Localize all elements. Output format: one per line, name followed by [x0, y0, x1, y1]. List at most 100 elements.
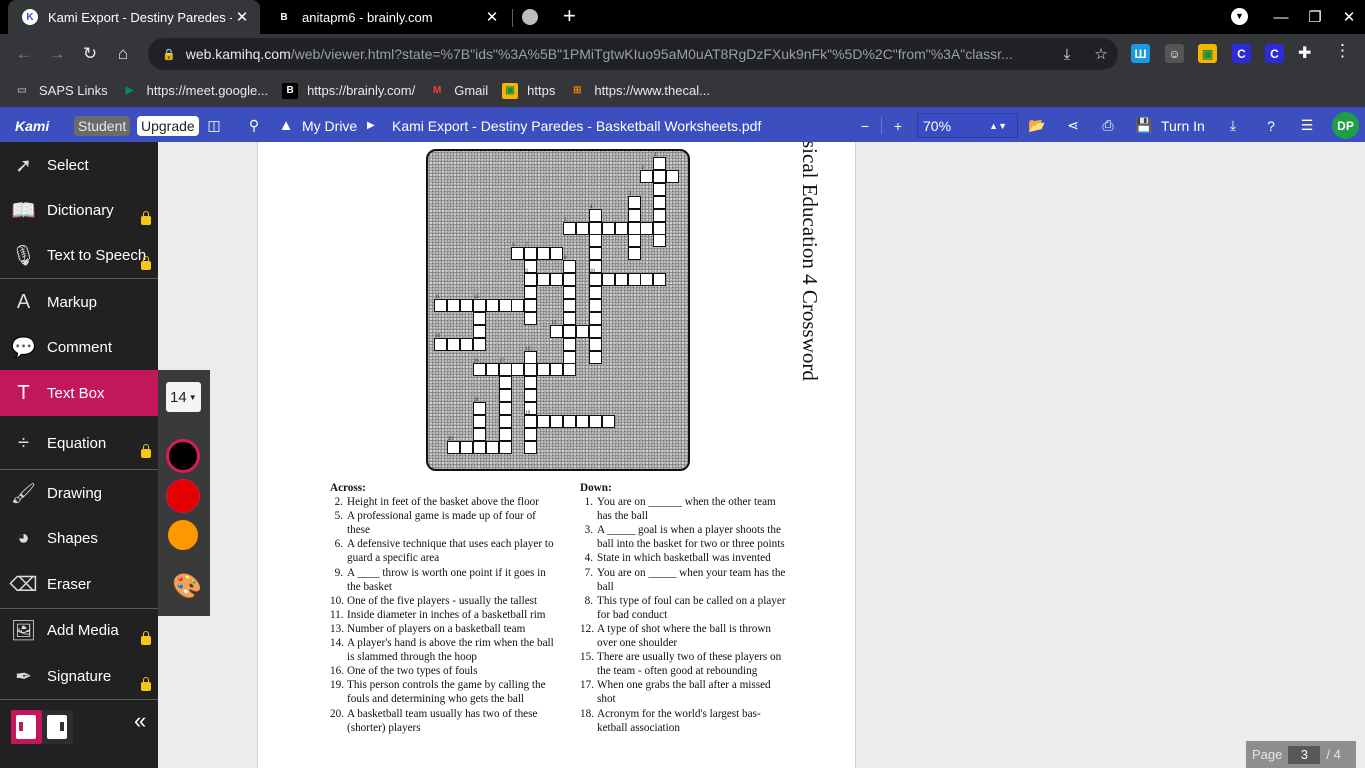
help-icon[interactable]: ?: [1258, 109, 1284, 142]
crossword-cell[interactable]: [575, 324, 589, 338]
sidebar-toggle-icon[interactable]: ◫: [201, 109, 227, 142]
close-window-button[interactable]: ✕: [1332, 0, 1365, 34]
tab-search-icon[interactable]: ▼: [1231, 8, 1248, 25]
layout-right-panel-button[interactable]: [42, 710, 73, 744]
crossword-cell[interactable]: [472, 311, 486, 325]
download-icon[interactable]: ⤓: [1220, 109, 1246, 142]
save-icon[interactable]: 💾: [1131, 109, 1157, 142]
crossword-cell[interactable]: [472, 440, 486, 454]
crossword-cell[interactable]: [537, 415, 551, 428]
tool-markup[interactable]: A Markup: [0, 279, 158, 325]
crossword-cell[interactable]: [498, 376, 512, 390]
address-bar[interactable]: 🔒 web.kamihq.com/web/viewer.html?state=%…: [148, 38, 1118, 70]
reload-button[interactable]: ↻: [76, 40, 104, 68]
crossword-cell[interactable]: [459, 440, 473, 454]
crossword-cell[interactable]: [485, 298, 499, 312]
crossword-cell[interactable]: [550, 247, 564, 261]
crossword-cell[interactable]: [446, 337, 460, 351]
upgrade-button[interactable]: Upgrade: [137, 115, 199, 136]
tool-eraser[interactable]: ⌫ Eraser: [0, 561, 158, 607]
crossword-cell[interactable]: [653, 221, 667, 235]
bookmark-saps-links[interactable]: ▭ SAPS Links: [14, 83, 107, 99]
crossword-cell[interactable]: [511, 247, 525, 261]
tab-brainly[interactable]: B anitapm6 - brainly.com ✕: [262, 0, 510, 34]
zoom-in-button[interactable]: +: [885, 109, 911, 142]
crossword-cell[interactable]: [588, 324, 602, 338]
bookmark-meet[interactable]: ▶ https://meet.google...: [122, 83, 268, 99]
crossword-cell[interactable]: [434, 337, 447, 351]
tool-comment[interactable]: 💬 Comment: [0, 324, 158, 370]
crossword-cell[interactable]: [511, 363, 525, 377]
crossword-cell[interactable]: [588, 221, 602, 235]
crossword-cell[interactable]: [498, 389, 512, 403]
crossword-cell[interactable]: [472, 324, 486, 338]
extension-c1-icon[interactable]: C: [1232, 44, 1251, 63]
search-icon[interactable]: ⚲: [241, 109, 267, 142]
crossword-cell[interactable]: [627, 195, 641, 209]
crossword-cell[interactable]: [627, 247, 641, 261]
crossword-cell[interactable]: [563, 337, 576, 351]
crossword-cell[interactable]: [511, 298, 525, 312]
avatar[interactable]: DP: [1332, 112, 1359, 139]
crossword-cell[interactable]: [498, 440, 512, 454]
crossword-cell[interactable]: [537, 273, 551, 287]
crossword-cell[interactable]: [524, 440, 538, 454]
crossword-cell[interactable]: [614, 273, 628, 287]
crossword-cell[interactable]: [601, 415, 615, 428]
crossword-cell[interactable]: [588, 415, 602, 428]
crossword-cell[interactable]: [653, 208, 667, 222]
crossword-cell[interactable]: [498, 363, 512, 377]
page-number-input[interactable]: 3: [1288, 745, 1321, 764]
tool-equation[interactable]: ÷ Equation: [0, 420, 158, 466]
crossword-cell[interactable]: [550, 415, 564, 428]
palette-icon[interactable]: 🎨: [172, 572, 202, 601]
crossword-cell[interactable]: [434, 298, 447, 312]
chrome-menu-icon[interactable]: ⋮: [1334, 42, 1351, 59]
menu-icon[interactable]: ☰: [1294, 109, 1320, 142]
kami-logo[interactable]: Kami: [15, 109, 49, 142]
share-icon[interactable]: ⋖: [1060, 109, 1086, 142]
crossword-cell[interactable]: [588, 234, 602, 248]
crossword-cell[interactable]: [498, 402, 512, 416]
tab-kami-export[interactable]: K Kami Export - Destiny Paredes - E ✕: [8, 0, 260, 34]
crossword-cell[interactable]: [627, 273, 641, 287]
crossword-cell[interactable]: [627, 234, 641, 248]
crossword-cell[interactable]: [524, 363, 538, 377]
crossword-cell[interactable]: [498, 298, 512, 312]
tool-text-box[interactable]: T Text Box: [0, 370, 158, 416]
tool-drawing[interactable]: 🖌 Drawing: [0, 470, 158, 516]
crossword-cell[interactable]: [666, 169, 680, 183]
crossword-cell[interactable]: [588, 350, 602, 364]
crossword-cell[interactable]: [601, 273, 615, 287]
color-swatch-black[interactable]: [166, 439, 200, 473]
crossword-cell[interactable]: [498, 415, 512, 428]
crossword-cell[interactable]: [614, 221, 628, 235]
crossword-cell[interactable]: [640, 273, 654, 287]
crossword-cell[interactable]: [524, 376, 538, 390]
crossword-cell[interactable]: [485, 440, 499, 454]
crossword-cell[interactable]: [653, 157, 667, 170]
color-swatch-red[interactable]: [166, 479, 200, 513]
color-swatch-orange[interactable]: [166, 518, 200, 552]
crossword-cell[interactable]: [550, 273, 564, 287]
crossword-cell[interactable]: [588, 337, 602, 351]
crossword-cell[interactable]: [472, 298, 486, 312]
tool-add-media[interactable]: 🖼 Add Media: [0, 607, 158, 653]
crossword-cell[interactable]: [653, 169, 667, 183]
layout-left-panel-button[interactable]: [11, 710, 42, 744]
bookmark-thecalculator[interactable]: ⊞ https://www.thecal...: [569, 83, 710, 99]
font-size-select[interactable]: 14 ▼: [166, 382, 201, 412]
crossword-cell[interactable]: [653, 195, 667, 209]
crossword-cell[interactable]: [524, 427, 538, 441]
extension-c2-icon[interactable]: C: [1265, 44, 1284, 63]
crossword-cell[interactable]: [588, 311, 602, 325]
crossword-cell[interactable]: [563, 350, 576, 364]
open-folder-icon[interactable]: 📂: [1024, 109, 1050, 142]
crossword-cell[interactable]: [601, 221, 615, 235]
crossword-cell[interactable]: [472, 415, 486, 428]
close-tab-icon[interactable]: ✕: [232, 8, 252, 26]
crossword-cell[interactable]: [575, 415, 589, 428]
restore-button[interactable]: ❐: [1298, 0, 1332, 34]
crossword-cell[interactable]: [563, 311, 576, 325]
crossword-cell[interactable]: [524, 298, 538, 312]
